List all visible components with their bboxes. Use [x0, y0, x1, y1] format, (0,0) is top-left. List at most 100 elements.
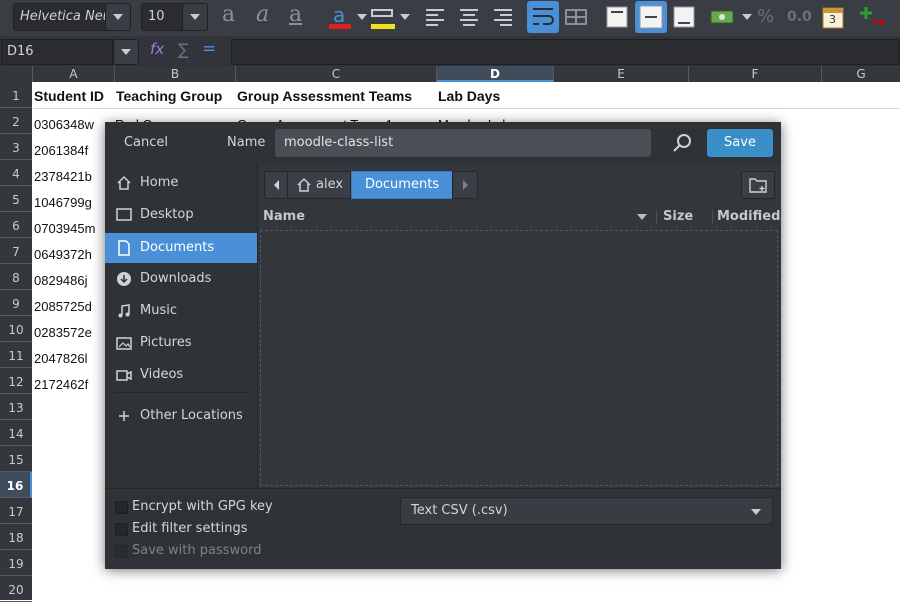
sum-icon[interactable]: ∑: [178, 40, 189, 59]
currency-format-icon[interactable]: [710, 6, 738, 28]
sidebar-item-videos[interactable]: Videos: [105, 360, 257, 390]
column-size-header[interactable]: Size: [663, 209, 693, 224]
font-color-dropdown-icon[interactable]: [357, 14, 367, 20]
sidebar-item-pictures[interactable]: Pictures: [105, 328, 257, 358]
align-right-icon[interactable]: [492, 6, 514, 28]
number-format-icon[interactable]: 0.0: [787, 6, 815, 28]
row-header[interactable]: 3: [0, 134, 32, 160]
function-wizard-icon[interactable]: fx: [150, 40, 164, 58]
row-header[interactable]: 8: [0, 264, 32, 290]
row-header-selected[interactable]: 16: [0, 472, 32, 498]
italic-icon[interactable]: a: [256, 4, 278, 28]
path-back-button[interactable]: [264, 171, 288, 199]
date-format-icon[interactable]: 3: [822, 5, 844, 29]
new-folder-button[interactable]: [741, 171, 775, 199]
encrypt-gpg-checkbox[interactable]: [115, 501, 128, 514]
row-divider: [33, 108, 900, 109]
edit-filter-checkbox[interactable]: [115, 523, 128, 536]
font-name-dropdown[interactable]: [105, 3, 131, 31]
filename-input[interactable]: moodle-class-list: [275, 129, 651, 157]
student-id-cell[interactable]: 2085725d: [34, 299, 92, 314]
cancel-button[interactable]: Cancel: [113, 130, 179, 156]
student-id-cell[interactable]: 0283572e: [34, 325, 92, 340]
align-bottom-icon[interactable]: [673, 6, 695, 28]
name-box-dropdown[interactable]: [113, 39, 139, 65]
wrap-text-button[interactable]: [527, 1, 559, 33]
column-header[interactable]: E: [554, 66, 689, 82]
align-left-icon[interactable]: [424, 6, 446, 28]
column-header[interactable]: F: [689, 66, 822, 82]
column-header[interactable]: B: [115, 66, 236, 82]
student-id-cell[interactable]: 0703945m: [34, 221, 95, 236]
sidebar-item-documents[interactable]: Documents: [105, 233, 257, 263]
select-all-corner[interactable]: [0, 66, 33, 82]
path-forward-button[interactable]: [452, 171, 478, 199]
row-header[interactable]: 18: [0, 524, 32, 550]
row-header[interactable]: 17: [0, 498, 32, 524]
align-center-icon[interactable]: [458, 6, 480, 28]
row-header[interactable]: 9: [0, 290, 32, 316]
row-header[interactable]: 13: [0, 394, 32, 420]
merge-cells-icon[interactable]: [565, 6, 587, 28]
file-list[interactable]: [260, 230, 778, 486]
name-box[interactable]: D16: [1, 39, 113, 65]
column-modified-header[interactable]: Modified: [717, 209, 780, 224]
student-id-cell[interactable]: 0829486j: [34, 273, 88, 288]
currency-dropdown-icon[interactable]: [742, 14, 752, 20]
row-header[interactable]: 5: [0, 186, 32, 212]
row-header[interactable]: 7: [0, 238, 32, 264]
font-color-icon[interactable]: a: [328, 3, 351, 29]
student-id-cell[interactable]: 0649372h: [34, 247, 92, 262]
column-name-header[interactable]: Name: [263, 209, 305, 224]
row-header[interactable]: 11: [0, 342, 32, 368]
formula-input[interactable]: [231, 39, 900, 65]
header-cell[interactable]: Lab Days: [438, 88, 500, 104]
highlight-color-icon[interactable]: [370, 6, 395, 29]
sidebar-item-downloads[interactable]: Downloads: [105, 264, 257, 294]
row-header[interactable]: 15: [0, 446, 32, 472]
search-icon[interactable]: [671, 131, 695, 155]
student-id-cell[interactable]: 0306348w: [34, 117, 94, 132]
student-id-cell[interactable]: 1046799g: [34, 195, 92, 210]
row-header[interactable]: 2: [0, 108, 32, 134]
path-segment-current[interactable]: Documents: [351, 171, 453, 199]
header-cell[interactable]: Student ID: [34, 88, 104, 104]
bold-icon[interactable]: a: [222, 4, 244, 28]
sidebar-item-home[interactable]: Home: [105, 168, 257, 198]
column-header[interactable]: A: [33, 66, 115, 82]
sidebar-item-music[interactable]: Music: [105, 296, 257, 326]
underline-icon[interactable]: a: [289, 4, 311, 28]
row-header[interactable]: 19: [0, 550, 32, 576]
column-header[interactable]: G: [822, 66, 900, 82]
row-header[interactable]: 1: [0, 82, 32, 108]
row-header[interactable]: 10: [0, 316, 32, 342]
row-header[interactable]: 12: [0, 368, 32, 394]
sidebar-item-other-locations[interactable]: Other Locations: [105, 401, 257, 431]
align-top-icon[interactable]: [606, 6, 628, 28]
align-middle-button[interactable]: [635, 1, 667, 33]
highlight-dropdown-icon[interactable]: [400, 14, 410, 20]
add-decimal-icon[interactable]: [860, 6, 884, 28]
column-header-selected[interactable]: D: [437, 66, 554, 82]
save-password-checkbox[interactable]: [115, 545, 128, 558]
sidebar-item-desktop[interactable]: Desktop: [105, 200, 257, 230]
equals-icon[interactable]: =: [202, 39, 216, 59]
column-header[interactable]: C: [236, 66, 437, 82]
font-name-box[interactable]: Helvetica Neu: [13, 3, 119, 31]
path-segment-home[interactable]: alex: [287, 171, 351, 199]
new-folder-icon: [749, 178, 767, 193]
row-header[interactable]: 4: [0, 160, 32, 186]
row-header[interactable]: 20: [0, 576, 32, 602]
student-id-cell[interactable]: 2378421b: [34, 169, 92, 184]
student-id-cell[interactable]: 2061384f: [34, 143, 88, 158]
row-header[interactable]: 6: [0, 212, 32, 238]
percent-format-icon[interactable]: %: [757, 6, 779, 28]
row-header[interactable]: 14: [0, 420, 32, 446]
header-cell[interactable]: Group Assessment Teams: [237, 88, 412, 104]
font-size-dropdown[interactable]: [182, 3, 208, 31]
save-button[interactable]: Save: [707, 129, 773, 157]
student-id-cell[interactable]: 2047826l: [34, 351, 88, 366]
header-cell[interactable]: Teaching Group: [116, 88, 222, 104]
file-type-select[interactable]: Text CSV (.csv): [400, 497, 773, 525]
student-id-cell[interactable]: 2172462f: [34, 377, 88, 392]
